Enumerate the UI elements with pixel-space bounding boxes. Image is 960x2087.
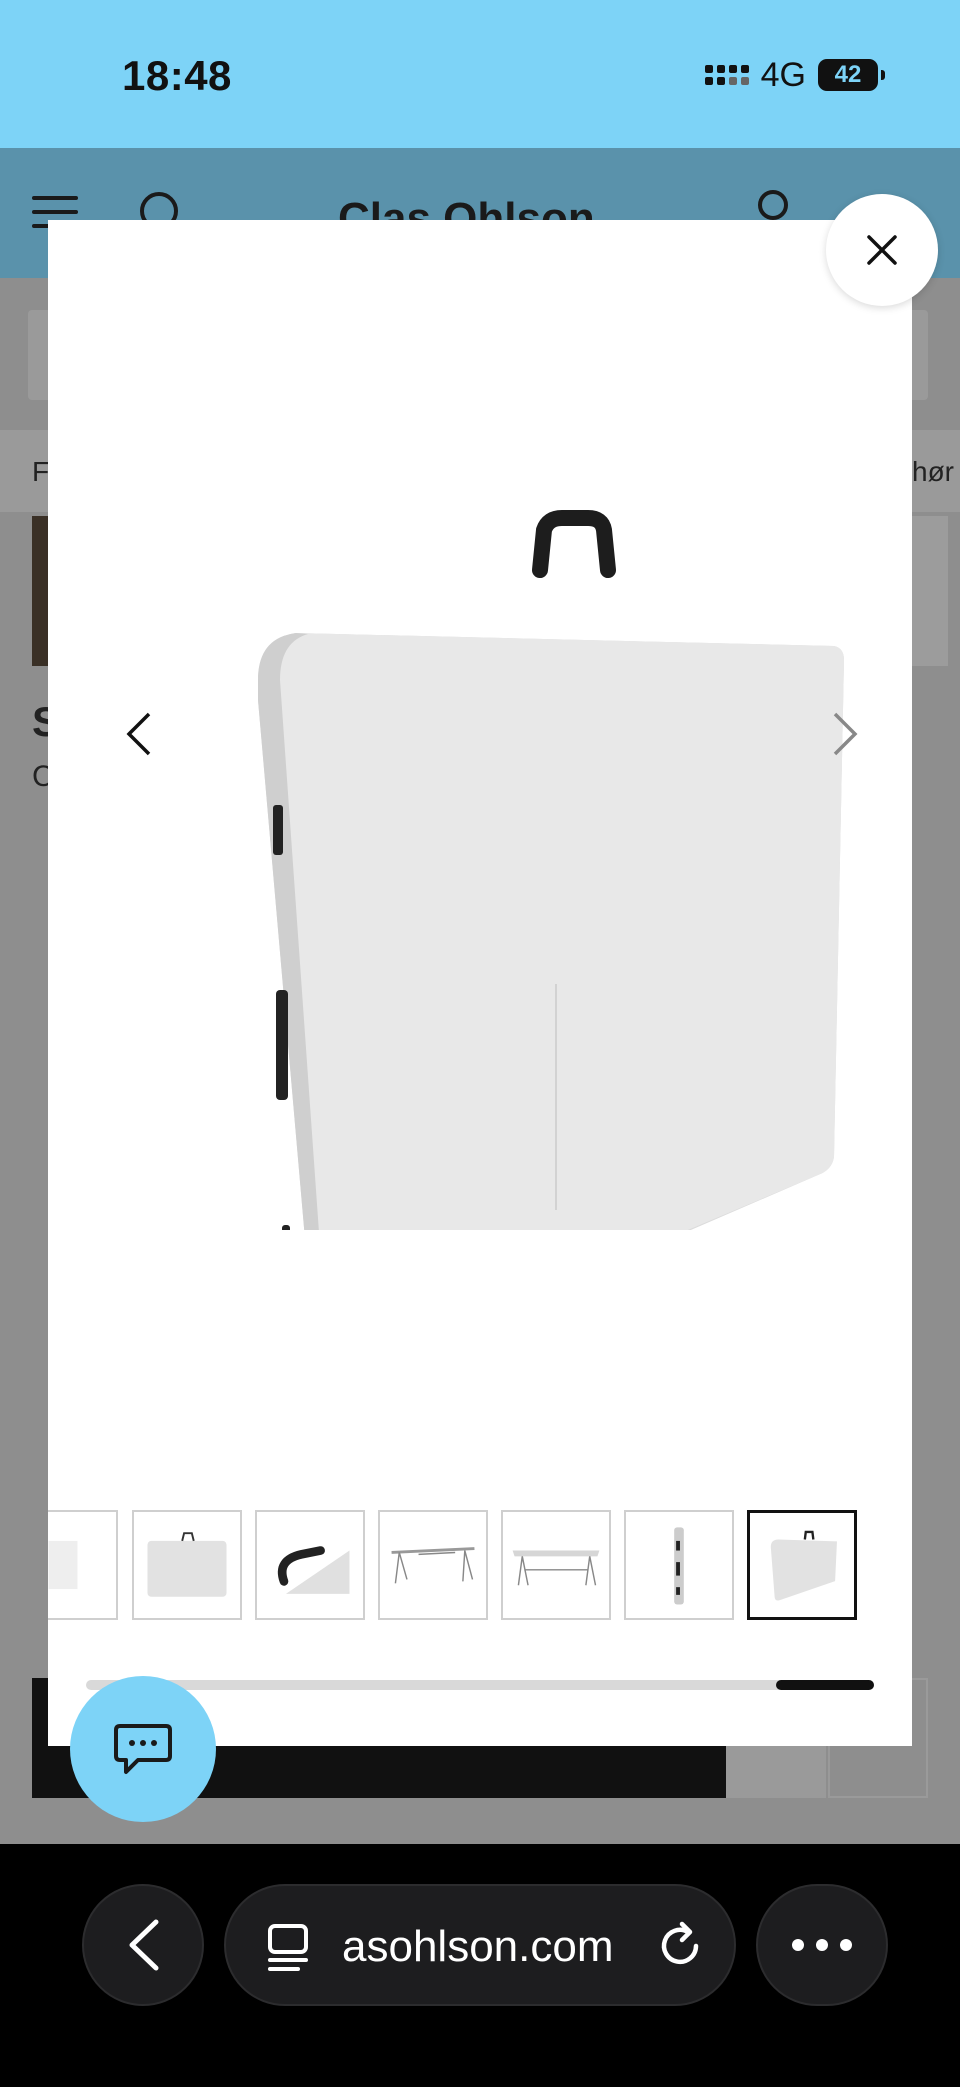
thumbnail-strip[interactable] [48,1510,912,1620]
status-indicators: 4G 42 [704,55,885,95]
thumbnail-table-side-profile[interactable] [624,1510,734,1620]
status-time: 18:48 [122,52,232,99]
address-bar[interactable]: asohlson.com [224,1884,736,2006]
reload-icon[interactable] [652,1918,708,1974]
browser-back-button[interactable] [82,1884,204,2006]
thumbnail-scrollbar[interactable] [86,1680,874,1690]
chat-button[interactable] [70,1676,216,1822]
product-image-folded-table [258,510,844,1230]
next-image-button[interactable] [816,694,876,774]
previous-image-button[interactable] [108,694,168,774]
address-bar-url: asohlson.com [342,1922,614,1971]
close-icon [867,235,897,265]
chevron-right-icon [833,712,858,756]
thumbnail-partial[interactable] [48,1510,118,1620]
background-tab-right: hør [912,456,954,487]
status-bar: 18:48 4G 42 [0,0,960,148]
thumbnail-folded-table-handle[interactable] [747,1510,857,1620]
chevron-left-icon [129,1919,159,1971]
background-tab-left: F [32,456,50,487]
battery-icon: 42 [818,59,885,91]
browser-toolbar: asohlson.com [0,1844,960,2087]
more-button[interactable] [756,1884,888,2006]
chat-icon [114,1724,172,1774]
more-icon [792,1939,804,1951]
signal-icon [704,65,749,85]
thumbnail-table-legs-side[interactable] [378,1510,488,1620]
chevron-left-icon [126,712,151,756]
network-type: 4G [760,55,806,94]
thumbnail-handle-closeup[interactable] [255,1510,365,1620]
account-icon[interactable] [758,190,788,220]
thumbnail-folded-table[interactable] [132,1510,242,1620]
background-image-right [912,516,948,666]
image-gallery-modal [48,220,912,1746]
close-button[interactable] [826,194,938,306]
thumbnail-table-legs-front[interactable] [501,1510,611,1620]
tabs-icon [268,1924,308,1971]
thumbnail-scrollbar-thumb[interactable] [776,1680,874,1690]
